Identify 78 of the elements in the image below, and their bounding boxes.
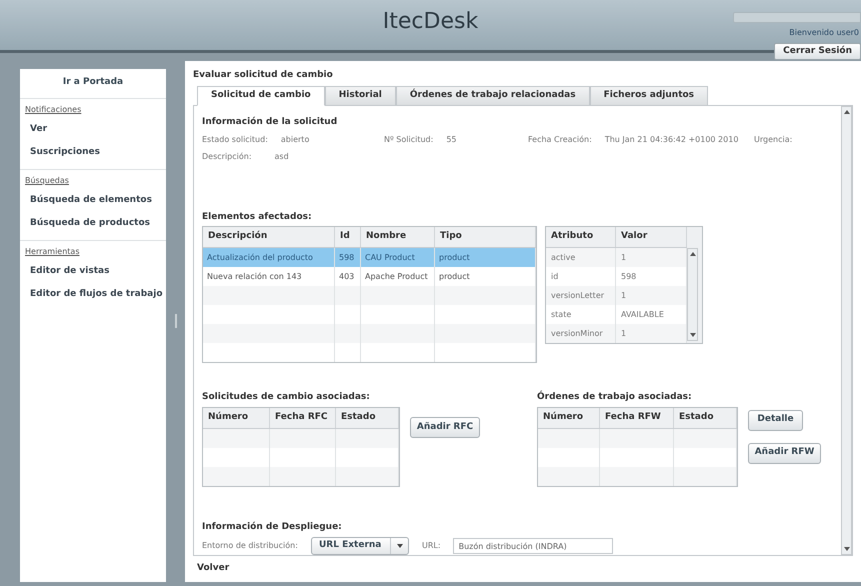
environment-dropdown[interactable]: URL Externa — [311, 537, 409, 555]
field-label: URL: — [422, 540, 441, 552]
scroll-down-icon[interactable] — [844, 547, 850, 551]
table-cell: 1 — [621, 290, 626, 302]
field-value: 55 — [446, 134, 457, 146]
column-header[interactable]: Estado — [336, 408, 399, 428]
table-cell: 598 — [621, 270, 636, 282]
table-cell: 1 — [621, 328, 626, 340]
search-field[interactable] — [733, 12, 861, 23]
sidebar-item[interactable]: Ver — [20, 118, 166, 141]
app-title: ItecDesk — [382, 8, 478, 36]
column-header[interactable]: Número — [538, 408, 600, 428]
column-header[interactable]: Número — [203, 408, 270, 428]
tab[interactable]: Historial — [324, 86, 396, 106]
table-cell: Apache Product — [365, 270, 428, 282]
back-button[interactable]: Volver — [197, 562, 230, 576]
section-link[interactable]: Búsquedas — [20, 170, 166, 188]
table-cell: Nueva relación con 143 — [207, 270, 302, 282]
table-cell: versionLetter — [551, 290, 604, 302]
column-header[interactable]: Fecha RFC — [270, 408, 336, 428]
field-label: Estado solicitud: — [202, 134, 268, 146]
table-cell: versionMinor — [551, 328, 603, 340]
tab[interactable]: Solicitud de cambio — [197, 86, 325, 106]
section-heading: Información de la solicitud — [202, 116, 338, 129]
table-cell: id — [551, 270, 558, 282]
welcome-text: Bienvenido user0 — [789, 27, 860, 39]
sidebar-item[interactable]: Editor de vistas — [20, 260, 166, 283]
table-cell: product — [439, 252, 470, 264]
field-value: abierto — [280, 134, 310, 146]
table-cell: AVAILABLE — [621, 308, 664, 320]
table-row[interactable]: Actualización del producto 598 CAU Product product — [203, 248, 536, 267]
sidebar-item[interactable]: Suscripciones — [20, 141, 166, 164]
column-header[interactable]: Descripción — [203, 227, 335, 247]
field-value: asd — [274, 150, 289, 162]
column-header[interactable]: Estado — [674, 408, 737, 428]
tab[interactable]: Ficheros adjuntos — [590, 86, 708, 106]
sidebar-item[interactable]: Búsqueda de elementos — [20, 188, 166, 212]
table-cell: 1 — [621, 252, 626, 264]
section-heading: Elementos afectados: — [202, 210, 313, 224]
field-value: Thu Jan 21 04:36:42 +0100 2010 — [604, 134, 738, 146]
table-cell: product — [439, 270, 470, 282]
column-header[interactable]: Nombre — [361, 227, 435, 247]
table-cell: 403 — [339, 270, 354, 282]
home-link[interactable]: Ir a Portada — [62, 76, 124, 90]
column-header[interactable]: Tipo — [435, 227, 536, 247]
field-label: Urgencia: — [754, 134, 792, 146]
page-title: Evaluar solicitud de cambio — [193, 68, 334, 82]
table-cell: CAU Product — [365, 252, 415, 264]
url-field[interactable]: Buzón distribución (INDRA) — [452, 538, 613, 554]
table-cell: state — [551, 308, 572, 320]
section-link[interactable]: Notificaciones — [20, 98, 166, 118]
scroll-down-icon[interactable] — [690, 333, 696, 337]
section-heading: Solicitudes de cambio asociadas: — [202, 391, 371, 404]
tab[interactable]: Órdenes de trabajo relacionadas — [396, 86, 590, 106]
table-cell: 598 — [339, 252, 354, 264]
logout-button[interactable]: Cerrar Sesión — [774, 43, 861, 60]
section-link[interactable]: Herramientas — [20, 240, 166, 260]
dropdown-arrow-icon — [396, 544, 402, 548]
scrollbar[interactable] — [841, 106, 852, 555]
scroll-up-icon[interactable] — [690, 252, 696, 256]
field-label: Fecha Creación: — [528, 134, 592, 146]
table-cell: active — [551, 252, 576, 264]
sidebar-item[interactable]: Editor de flujos de trabajo — [20, 283, 166, 306]
column-header[interactable]: Fecha RFW — [600, 408, 674, 428]
column-header[interactable]: Id — [335, 227, 361, 247]
table-cell: Actualización del producto — [207, 252, 313, 264]
sidebar-item[interactable]: Búsqueda de productos — [20, 212, 166, 236]
column-header[interactable]: Atributo — [546, 227, 616, 247]
action-button[interactable]: Añadir RFW — [748, 442, 821, 464]
field-label: Descripción: — [202, 150, 252, 162]
field-label: Nº Solicitud: — [384, 134, 434, 146]
action-button[interactable]: Detalle — [748, 410, 803, 430]
field-label: Entorno de distribución: — [202, 540, 299, 552]
scroll-up-icon[interactable] — [844, 110, 850, 114]
action-button[interactable]: Añadir RFC — [410, 416, 480, 438]
section-heading: Órdenes de trabajo asociadas: — [537, 391, 693, 404]
section-heading: Información de Despliegue: — [202, 520, 343, 534]
scrollbar[interactable] — [687, 248, 698, 341]
